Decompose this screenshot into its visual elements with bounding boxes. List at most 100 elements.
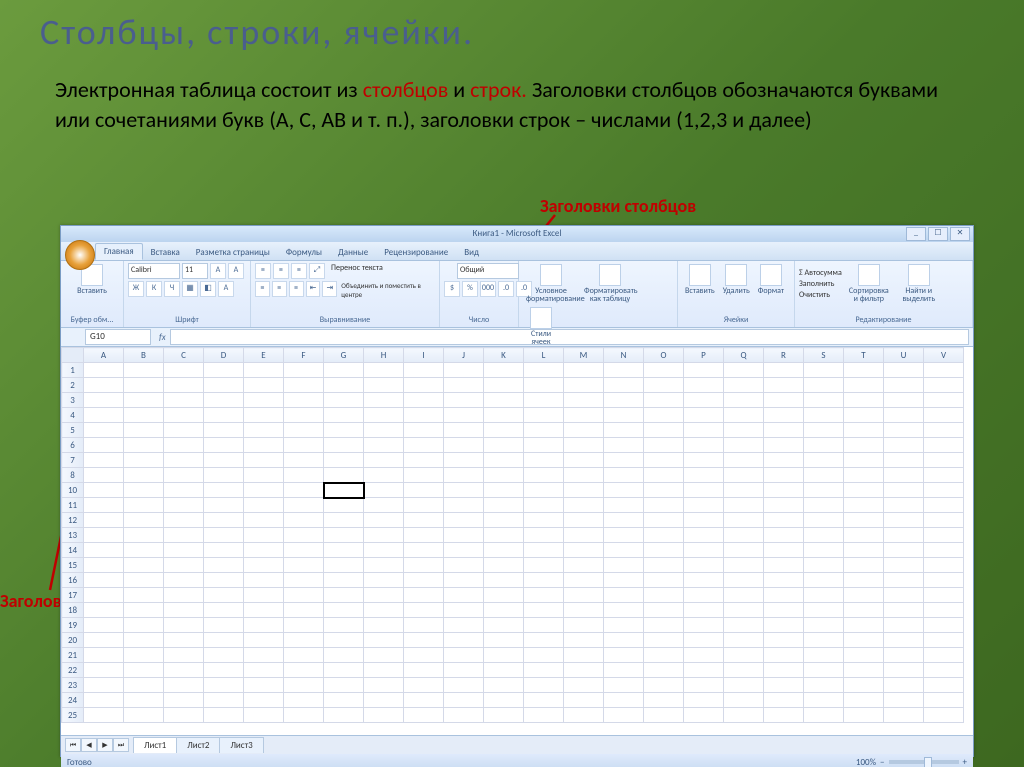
cell[interactable] bbox=[644, 648, 684, 663]
cell[interactable] bbox=[604, 453, 644, 468]
cell[interactable] bbox=[604, 708, 644, 723]
cell[interactable] bbox=[604, 633, 644, 648]
cell[interactable] bbox=[404, 693, 444, 708]
column-header[interactable]: V bbox=[924, 348, 964, 363]
cell[interactable] bbox=[764, 603, 804, 618]
cell[interactable] bbox=[644, 678, 684, 693]
row-header[interactable]: 18 bbox=[62, 603, 84, 618]
cell[interactable] bbox=[164, 678, 204, 693]
cell[interactable] bbox=[244, 468, 284, 483]
cell[interactable] bbox=[484, 483, 524, 498]
cell[interactable] bbox=[884, 618, 924, 633]
cell[interactable] bbox=[484, 603, 524, 618]
cell[interactable] bbox=[924, 513, 964, 528]
cell[interactable] bbox=[844, 558, 884, 573]
cell[interactable] bbox=[644, 603, 684, 618]
cell[interactable] bbox=[324, 558, 364, 573]
column-header[interactable]: A bbox=[84, 348, 124, 363]
cell[interactable] bbox=[84, 663, 124, 678]
cell[interactable] bbox=[364, 663, 404, 678]
cell[interactable] bbox=[284, 498, 324, 513]
cell[interactable] bbox=[364, 678, 404, 693]
zoom-in-button[interactable]: + bbox=[963, 757, 967, 767]
cell[interactable] bbox=[444, 693, 484, 708]
cell[interactable] bbox=[404, 513, 444, 528]
cell[interactable] bbox=[84, 378, 124, 393]
cell[interactable] bbox=[804, 363, 844, 378]
cell[interactable] bbox=[604, 363, 644, 378]
cell[interactable] bbox=[724, 633, 764, 648]
cell[interactable] bbox=[604, 408, 644, 423]
cell[interactable] bbox=[164, 588, 204, 603]
row-header[interactable]: 5 bbox=[62, 423, 84, 438]
cell[interactable] bbox=[124, 513, 164, 528]
cell[interactable] bbox=[364, 498, 404, 513]
sheet-tab-1[interactable]: Лист1 bbox=[133, 737, 177, 753]
cell[interactable] bbox=[404, 408, 444, 423]
cell[interactable] bbox=[804, 633, 844, 648]
cell[interactable] bbox=[764, 693, 804, 708]
cell[interactable] bbox=[764, 663, 804, 678]
cell[interactable] bbox=[804, 588, 844, 603]
cell[interactable] bbox=[564, 483, 604, 498]
cell[interactable] bbox=[804, 558, 844, 573]
border-button[interactable]: ▦ bbox=[182, 281, 198, 297]
cell[interactable] bbox=[844, 483, 884, 498]
cell[interactable] bbox=[364, 393, 404, 408]
cell[interactable] bbox=[364, 483, 404, 498]
cell[interactable] bbox=[724, 438, 764, 453]
row-header[interactable]: 15 bbox=[62, 558, 84, 573]
cell[interactable] bbox=[844, 423, 884, 438]
cell[interactable] bbox=[284, 483, 324, 498]
cell[interactable] bbox=[364, 588, 404, 603]
cell[interactable] bbox=[724, 543, 764, 558]
zoom-level[interactable]: 100% bbox=[856, 757, 876, 767]
column-header[interactable]: N bbox=[604, 348, 644, 363]
sheet-nav-first[interactable]: ⏮ bbox=[65, 738, 81, 752]
cell[interactable] bbox=[644, 633, 684, 648]
row-header[interactable]: 17 bbox=[62, 588, 84, 603]
cell[interactable] bbox=[244, 423, 284, 438]
cell[interactable] bbox=[524, 573, 564, 588]
cell[interactable] bbox=[604, 483, 644, 498]
cell[interactable] bbox=[804, 423, 844, 438]
underline-button[interactable]: Ч bbox=[164, 281, 180, 297]
cell[interactable] bbox=[124, 363, 164, 378]
sheet-tab-3[interactable]: Лист3 bbox=[219, 737, 263, 753]
cell[interactable] bbox=[884, 648, 924, 663]
cell[interactable] bbox=[524, 408, 564, 423]
fill-color-button[interactable]: ◧ bbox=[200, 281, 216, 297]
column-header[interactable]: B bbox=[124, 348, 164, 363]
cell[interactable] bbox=[604, 393, 644, 408]
cell[interactable] bbox=[764, 408, 804, 423]
cell[interactable] bbox=[924, 468, 964, 483]
cell[interactable] bbox=[284, 588, 324, 603]
cell[interactable] bbox=[404, 573, 444, 588]
align-mid-button[interactable]: ≡ bbox=[273, 263, 289, 279]
cell[interactable] bbox=[404, 453, 444, 468]
cell[interactable] bbox=[244, 513, 284, 528]
cell[interactable] bbox=[364, 708, 404, 723]
row-header[interactable]: 4 bbox=[62, 408, 84, 423]
cell[interactable] bbox=[524, 648, 564, 663]
cell[interactable] bbox=[524, 708, 564, 723]
cell[interactable] bbox=[84, 453, 124, 468]
cell[interactable] bbox=[444, 708, 484, 723]
cell[interactable] bbox=[284, 513, 324, 528]
cell[interactable] bbox=[284, 618, 324, 633]
cell[interactable] bbox=[644, 438, 684, 453]
cell[interactable] bbox=[284, 543, 324, 558]
zoom-out-button[interactable]: − bbox=[880, 757, 884, 767]
cell[interactable] bbox=[124, 708, 164, 723]
cell[interactable] bbox=[564, 693, 604, 708]
cell[interactable] bbox=[124, 453, 164, 468]
cell[interactable] bbox=[164, 423, 204, 438]
cell[interactable] bbox=[484, 663, 524, 678]
cell[interactable] bbox=[84, 498, 124, 513]
cell[interactable] bbox=[164, 393, 204, 408]
cell[interactable] bbox=[644, 378, 684, 393]
cell[interactable] bbox=[364, 438, 404, 453]
cell[interactable] bbox=[124, 483, 164, 498]
cell[interactable] bbox=[884, 423, 924, 438]
cell[interactable] bbox=[844, 468, 884, 483]
